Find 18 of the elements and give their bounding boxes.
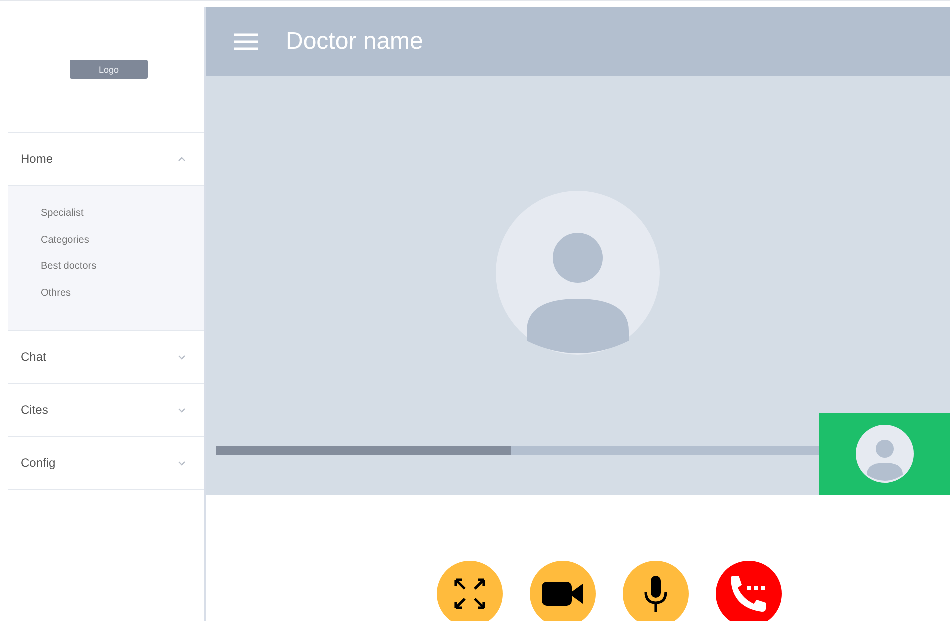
microphone-icon xyxy=(642,575,668,613)
video-camera-icon xyxy=(542,580,584,608)
submenu-item[interactable]: Best doctors xyxy=(41,259,204,286)
chevron-icon xyxy=(178,354,186,360)
submenu-item[interactable]: Specialist xyxy=(41,206,204,232)
fullscreen-icon xyxy=(452,576,488,612)
submenu-item[interactable]: Othres xyxy=(41,286,204,312)
logo: Logo xyxy=(70,60,148,79)
avatar-icon xyxy=(496,191,660,355)
chevron-icon xyxy=(178,460,186,466)
submenu-item[interactable]: Categories xyxy=(41,232,204,259)
sidebar-item[interactable]: Config xyxy=(8,437,204,490)
chevron-icon xyxy=(178,156,186,162)
doctor-name: Doctor name xyxy=(286,28,424,56)
chevron-icon xyxy=(178,408,186,412)
sidebar-item[interactable]: Chat xyxy=(8,331,204,384)
sidebar-item[interactable]: Cites xyxy=(8,384,204,437)
avatar-icon xyxy=(856,425,914,483)
